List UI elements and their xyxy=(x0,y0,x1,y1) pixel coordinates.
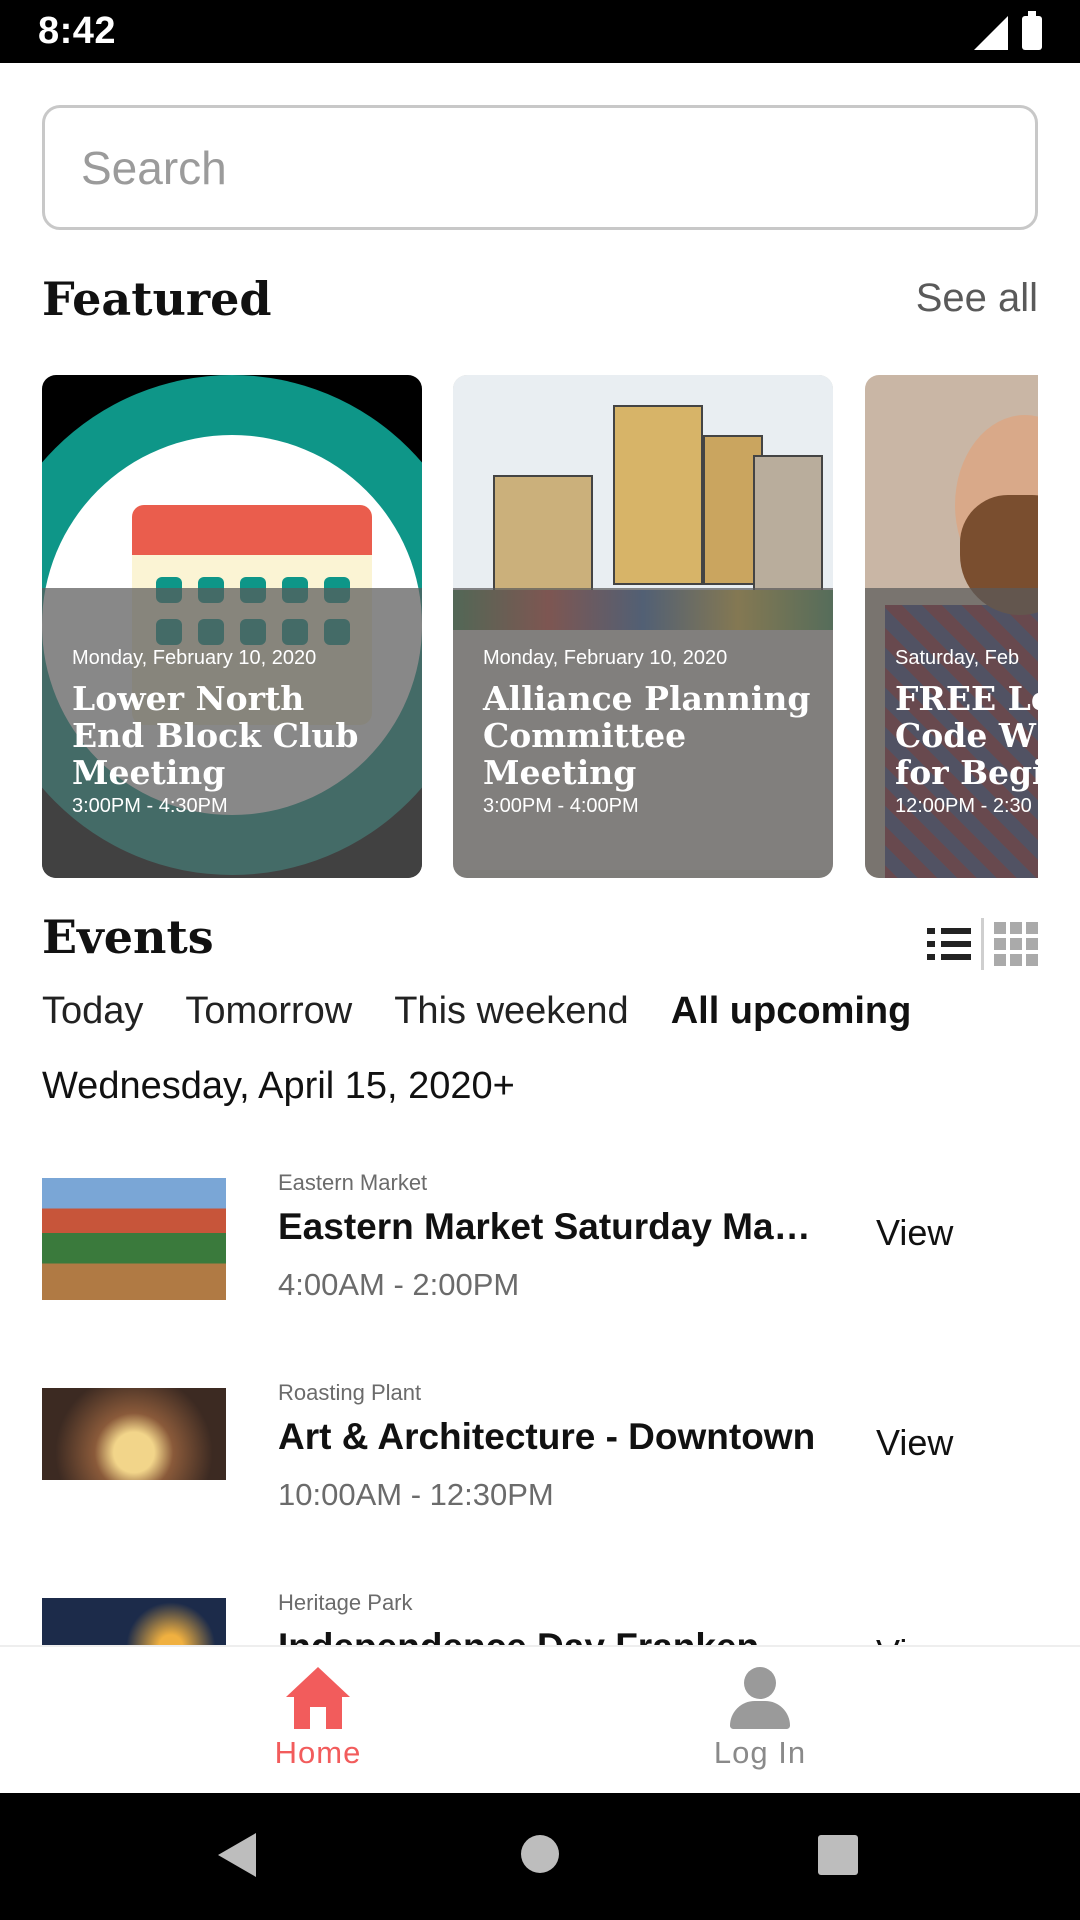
status-bar: 8:42 xyxy=(0,0,1080,63)
card-title-line: Meeting xyxy=(483,753,637,792)
list-view-icon[interactable] xyxy=(927,922,971,966)
card-title: FREE Le Code W for Begi xyxy=(895,680,1038,791)
nav-home-label: Home xyxy=(274,1735,362,1770)
event-title: Eastern Market Saturday Market xyxy=(278,1206,818,1247)
system-nav-bar xyxy=(0,1793,1080,1920)
card-title: Lower North End Block Club Meeting xyxy=(72,680,412,791)
nav-login[interactable]: Log In xyxy=(660,1667,860,1771)
featured-carousel[interactable]: Monday, February 10, 2020 Lower North En… xyxy=(42,375,1038,880)
card-title-line: FREE Le xyxy=(895,679,1038,718)
search-box[interactable] xyxy=(42,105,1038,230)
card-date: Monday, February 10, 2020 xyxy=(483,647,728,669)
card-info: Monday, February 10, 2020 Alliance Plann… xyxy=(483,647,823,818)
tab-tomorrow[interactable]: Tomorrow xyxy=(185,990,352,1033)
event-time: 4:00AM - 2:00PM xyxy=(278,1267,520,1302)
featured-card[interactable]: Monday, February 10, 2020 Alliance Plann… xyxy=(453,375,833,878)
view-button[interactable]: View xyxy=(876,1212,953,1254)
event-venue: Roasting Plant xyxy=(278,1380,422,1405)
recents-icon[interactable] xyxy=(818,1835,858,1875)
card-time: 3:00PM - 4:00PM xyxy=(483,795,639,817)
card-date: Saturday, Feb xyxy=(895,647,1020,669)
card-info: Saturday, Feb FREE Le Code W for Begi 12… xyxy=(895,647,1038,818)
card-time: 12:00PM - 2:30 xyxy=(895,795,1032,817)
view-button[interactable]: View xyxy=(876,1632,953,1645)
card-title-line: Lower North xyxy=(72,679,305,718)
view-toggle xyxy=(927,918,1038,970)
user-icon xyxy=(728,1667,792,1729)
card-title-line: Committee xyxy=(483,716,687,755)
toggle-divider xyxy=(981,918,984,970)
event-thumbnail xyxy=(42,1598,226,1645)
see-all-link[interactable]: See all xyxy=(916,276,1038,321)
card-title: Alliance Planning Committee Meeting xyxy=(483,680,823,791)
building-illustration xyxy=(613,405,703,585)
status-icons xyxy=(974,11,1042,50)
search-input[interactable] xyxy=(81,138,981,198)
event-row[interactable]: Heritage Park Independence Day Frankenmu… xyxy=(0,1570,1080,1645)
event-row[interactable]: Eastern Market Eastern Market Saturday M… xyxy=(0,1150,1080,1350)
date-heading: Wednesday, April 15, 2020+ xyxy=(42,1065,515,1107)
tab-today[interactable]: Today xyxy=(42,990,143,1033)
grid-view-icon[interactable] xyxy=(994,922,1038,966)
home-circle-icon[interactable] xyxy=(521,1835,559,1873)
tab-this-weekend[interactable]: This weekend xyxy=(394,990,628,1033)
tab-all-upcoming[interactable]: All upcoming xyxy=(671,990,912,1033)
card-date: Monday, February 10, 2020 xyxy=(72,647,317,669)
card-time: 3:00PM - 4:30PM xyxy=(72,795,228,817)
bottom-nav: Home Log In xyxy=(0,1645,1080,1793)
view-button[interactable]: View xyxy=(876,1422,953,1464)
status-time: 8:42 xyxy=(38,10,117,52)
event-list[interactable]: Eastern Market Eastern Market Saturday M… xyxy=(0,1150,1080,1645)
nav-home[interactable]: Home xyxy=(218,1667,418,1771)
date-filter-tabs: Today Tomorrow This weekend All upcoming xyxy=(42,990,911,1033)
card-title-line: Meeting xyxy=(72,753,226,792)
event-row[interactable]: Roasting Plant Art & Architecture - Down… xyxy=(0,1360,1080,1560)
event-title: Art & Architecture - Downtown xyxy=(278,1416,816,1457)
card-title-line: for Begi xyxy=(895,753,1038,792)
event-venue: Eastern Market xyxy=(278,1170,428,1195)
home-icon xyxy=(286,1667,350,1729)
featured-card[interactable]: Monday, February 10, 2020 Lower North En… xyxy=(42,375,422,878)
card-title-line: Code W xyxy=(895,716,1036,755)
card-title-line: Alliance Planning xyxy=(483,679,811,718)
featured-heading: Featured xyxy=(42,272,272,326)
battery-icon xyxy=(1022,11,1042,50)
event-venue: Heritage Park xyxy=(278,1590,413,1615)
event-title: Independence Day Frankenmuth xyxy=(278,1626,818,1645)
events-heading: Events xyxy=(42,910,214,964)
signal-icon xyxy=(974,16,1008,50)
event-time: 10:00AM - 12:30PM xyxy=(278,1477,554,1512)
nav-login-label: Log In xyxy=(713,1735,807,1770)
featured-card[interactable]: Saturday, Feb FREE Le Code W for Begi 12… xyxy=(865,375,1038,878)
event-thumbnail xyxy=(42,1178,226,1300)
event-thumbnail xyxy=(42,1388,226,1480)
card-title-line: End Block Club xyxy=(72,716,359,755)
building-illustration xyxy=(493,475,593,595)
back-icon[interactable] xyxy=(218,1833,256,1877)
card-info: Monday, February 10, 2020 Lower North En… xyxy=(72,647,412,818)
building-illustration xyxy=(753,455,823,595)
